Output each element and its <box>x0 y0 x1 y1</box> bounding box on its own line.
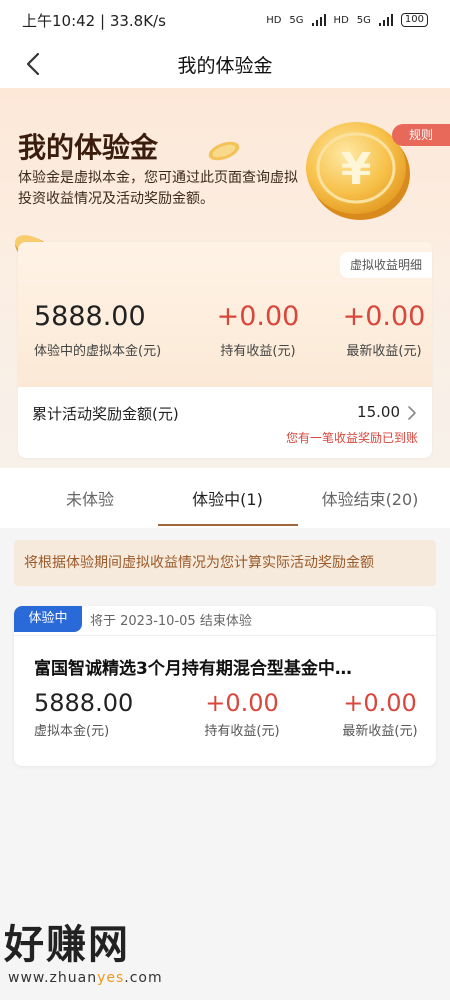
tab-in-experience[interactable]: 体验中(1) <box>165 486 290 510</box>
network-label-1: 5G <box>289 14 304 26</box>
virtual-income-detail-link[interactable]: 虚拟收益明细 <box>339 252 432 278</box>
signal-icon-2 <box>378 14 393 26</box>
holding-value: +0.00 <box>216 301 300 332</box>
coin-small-icon <box>208 141 240 161</box>
active-tab-indicator <box>158 524 298 526</box>
status-icons: HD 5G HD 5G 100 <box>266 13 428 27</box>
hd-label-2: HD <box>333 14 349 26</box>
reward-arrived-notice: 您有一笔收益奖励已到账 <box>285 431 418 445</box>
end-date-note: 将于 2023-10-05 结束体验 <box>90 614 252 629</box>
fund-latest-metric: +0.00 最新收益(元) <box>332 688 428 739</box>
fund-holding-metric: +0.00 持有收益(元) <box>200 688 284 739</box>
hero-title: 我的体验金 <box>18 131 159 164</box>
latest-label: 最新收益(元) <box>346 344 422 359</box>
page: 上午10:42 | 33.8K/s HD 5G HD 5G 100 我的体验金 … <box>0 0 450 1000</box>
watermark-url-suffix: .com <box>124 970 163 986</box>
holding-label: 持有收益(元) <box>220 344 296 359</box>
fund-name: 富国智诚精选3个月持有期混合型基金中… <box>34 659 352 679</box>
summary-top: 虚拟收益明细 5888.00 体验中的虚拟本金(元) +0.00 持有收益(元)… <box>18 242 432 387</box>
principal-metric: 5888.00 体验中的虚拟本金(元) <box>34 300 161 359</box>
tab-not-experienced[interactable]: 未体验 <box>40 486 140 510</box>
fund-card[interactable]: 体验中 将于 2023-10-05 结束体验 富国智诚精选3个月持有期混合型基金… <box>14 606 436 766</box>
notice-bar: 将根据体验期间虚拟收益情况为您计算实际活动奖励金额 <box>14 540 436 586</box>
holding-metric: +0.00 持有收益(元) <box>210 300 306 359</box>
fund-latest-value: +0.00 <box>343 689 417 717</box>
watermark: 好赚网 www.zhuanyes.com <box>0 912 200 992</box>
fund-principal-value: 5888.00 <box>34 689 134 717</box>
cumulative-value: 15.00 <box>357 403 400 421</box>
watermark-url-highlight: yes <box>97 970 125 986</box>
fund-principal-metric: 5888.00 虚拟本金(元) <box>34 688 133 739</box>
principal-label: 体验中的虚拟本金(元) <box>34 344 162 359</box>
principal-value: 5888.00 <box>34 301 146 332</box>
status-time: 上午10:42 | 33.8K/s <box>22 11 166 30</box>
tab-experience-ended[interactable]: 体验结束(20) <box>305 486 435 510</box>
status-bar: 上午10:42 | 33.8K/s HD 5G HD 5G 100 <box>0 0 450 40</box>
cumulative-label: 累计活动奖励金额(元) <box>32 405 179 423</box>
fund-latest-label: 最新收益(元) <box>342 724 418 739</box>
latest-value: +0.00 <box>342 301 426 332</box>
rules-button[interactable]: 规则 <box>392 124 450 146</box>
page-title: 我的体验金 <box>177 54 273 77</box>
fund-principal-label: 虚拟本金(元) <box>34 724 110 739</box>
latest-metric: +0.00 最新收益(元) <box>336 300 432 359</box>
watermark-logo: 好赚网 <box>4 922 130 968</box>
signal-icon <box>311 14 326 26</box>
back-arrow-icon[interactable] <box>20 50 48 78</box>
summary-card: 虚拟收益明细 5888.00 体验中的虚拟本金(元) +0.00 持有收益(元)… <box>18 242 432 458</box>
hero-description: 体验金是虚拟本金，您可通过此页面查询虚拟投资收益情况及活动奖励金额。 <box>18 170 298 207</box>
battery-icon: 100 <box>400 13 428 27</box>
status-badge: 体验中 <box>14 606 82 632</box>
fund-holding-value: +0.00 <box>205 689 279 717</box>
card-divider <box>14 635 436 636</box>
chevron-right-icon <box>408 406 416 420</box>
watermark-url: www.zhuanyes.com <box>8 970 163 986</box>
coin-glyph: ¥ <box>341 144 372 195</box>
cumulative-reward-row[interactable]: 累计活动奖励金额(元) 15.00 您有一笔收益奖励已到账 <box>18 387 432 458</box>
tab-bar: 未体验 体验中(1) 体验结束(20) <box>0 468 450 528</box>
fund-holding-label: 持有收益(元) <box>204 724 280 739</box>
hd-label: HD <box>266 14 282 26</box>
nav-bar: 我的体验金 <box>0 40 450 88</box>
watermark-url-prefix: www.zhuan <box>8 970 98 986</box>
network-label-2: 5G <box>356 14 371 26</box>
